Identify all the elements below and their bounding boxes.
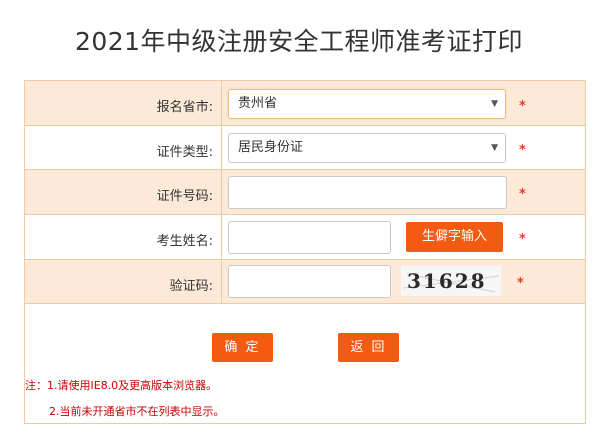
column-divider [221, 81, 222, 125]
captcha-row: 验证码: 31628 * [25, 260, 585, 304]
required-mark: * [519, 232, 526, 247]
name-input[interactable] [228, 221, 391, 254]
id-number-row: 证件号码: * [25, 170, 585, 215]
note-line-2: 2.当前未开通省市不在列表中显示。 [49, 405, 225, 418]
id-number-input[interactable] [228, 176, 507, 209]
province-select-value: 贵州省 [238, 96, 278, 111]
confirm-button[interactable]: 确 定 [212, 333, 273, 362]
chevron-down-icon: ▼ [491, 99, 498, 109]
province-select[interactable]: 贵州省 ▼ [228, 89, 506, 119]
required-mark: * [517, 276, 524, 291]
province-label: 报名省市: [156, 100, 213, 115]
name-label: 考生姓名: [156, 234, 213, 249]
id-type-select-value: 居民身份证 [238, 140, 304, 155]
id-type-label: 证件类型: [156, 145, 213, 160]
captcha-input[interactable] [228, 265, 391, 298]
id-number-label: 证件号码: [156, 189, 213, 204]
back-button[interactable]: 返 回 [338, 333, 399, 362]
ticket-print-form: 报名省市: 贵州省 ▼ * 证件类型: 居民身份证 ▼ * 证件号码: * 考生… [24, 80, 586, 424]
captcha-text: 31628 [407, 269, 487, 293]
required-mark: * [519, 143, 526, 158]
id-type-row: 证件类型: 居民身份证 ▼ * [25, 126, 585, 170]
captcha-image[interactable]: 31628 [401, 266, 501, 296]
column-divider [221, 170, 222, 214]
column-divider [221, 260, 222, 303]
captcha-label: 验证码: [169, 279, 213, 294]
id-type-select[interactable]: 居民身份证 ▼ [228, 133, 506, 163]
action-area: 确 定 返 回 [25, 304, 585, 367]
province-row: 报名省市: 贵州省 ▼ * [25, 81, 585, 126]
rare-character-input-button[interactable]: 生僻字输入 [406, 222, 503, 252]
column-divider [221, 126, 222, 169]
required-mark: * [519, 99, 526, 114]
name-row: 考生姓名: 生僻字输入 * [25, 215, 585, 260]
chevron-down-icon: ▼ [491, 143, 498, 153]
page-title: 2021年中级注册安全工程师准考证打印 [74, 27, 524, 56]
note-line-1: 注：1.请使用IE8.0及更高版本浏览器。 [25, 379, 218, 392]
column-divider [221, 215, 222, 259]
required-mark: * [519, 187, 526, 202]
